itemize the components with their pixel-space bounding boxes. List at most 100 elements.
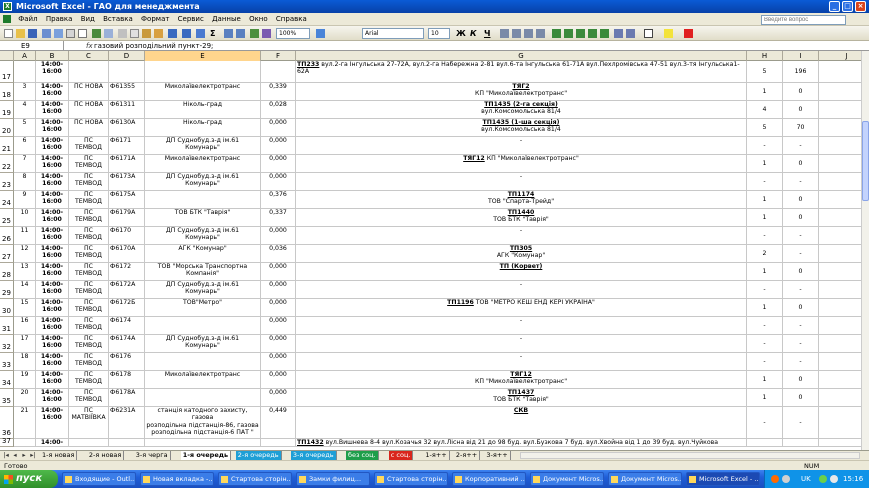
cell-g[interactable]: - [296, 227, 747, 245]
cell-i[interactable]: 0 [783, 209, 819, 227]
close-button[interactable]: × [855, 1, 866, 12]
cell-j[interactable] [819, 335, 861, 353]
cell-d[interactable]: Ф6172Б [109, 299, 145, 317]
cell-c[interactable] [69, 61, 109, 83]
research-icon[interactable] [104, 29, 113, 38]
cell-d[interactable]: Ф6170 [109, 227, 145, 245]
cell-a[interactable]: 5 [14, 119, 36, 137]
row-header[interactable]: 21 [0, 137, 14, 155]
column-header-c[interactable]: C [69, 51, 109, 61]
cell-b[interactable]: 14:00- 16:00 [36, 353, 69, 371]
cell-g[interactable]: ТЯГ12 КП "Миколаївелектротранс" [296, 155, 747, 173]
menu-insert[interactable]: Вставка [100, 13, 136, 26]
cell-i[interactable]: 0 [783, 263, 819, 281]
help-icon[interactable] [316, 29, 325, 38]
cell-e[interactable] [145, 353, 261, 371]
scroll-thumb[interactable] [862, 121, 869, 201]
menu-data[interactable]: Данные [209, 13, 244, 26]
cell-f[interactable]: 0,028 [261, 101, 296, 119]
chart-wizard-icon[interactable] [250, 29, 259, 38]
cell-f[interactable]: 0,000 [261, 299, 296, 317]
taskbar-button[interactable]: Стартова сторін... [374, 472, 448, 486]
cell-e[interactable]: Миколаївелектротранс [145, 83, 261, 101]
italic-button[interactable]: К [470, 28, 477, 39]
cell-j[interactable] [819, 227, 861, 245]
cell-h[interactable]: - [747, 227, 783, 245]
sheet-tab[interactable]: с соц. [388, 451, 414, 460]
cell-i[interactable]: 0 [783, 371, 819, 389]
cell-i[interactable]: 0 [783, 389, 819, 407]
row-header[interactable]: 22 [0, 155, 14, 173]
menu-file[interactable]: Файл [15, 13, 40, 26]
cell-g[interactable]: ТП305 АГК "Комунар" [296, 245, 747, 263]
permission-icon[interactable] [42, 29, 51, 38]
row-header[interactable]: 24 [0, 191, 14, 209]
sheet-tab[interactable]: 1-я новая [40, 451, 78, 460]
cell-d[interactable]: Ф6171А [109, 155, 145, 173]
cell-g[interactable]: ТЯГ2 КП "Миколаївелектротранс" [296, 83, 747, 101]
column-header-g[interactable]: G [296, 51, 747, 61]
row-header[interactable]: 33 [0, 353, 14, 371]
cell-b[interactable]: 14:00- 16:00 [36, 227, 69, 245]
row-header[interactable]: 29 [0, 281, 14, 299]
cell-a[interactable]: 20 [14, 389, 36, 407]
borders-icon[interactable] [644, 29, 653, 38]
copy-icon[interactable] [130, 29, 139, 38]
cell-d[interactable]: Ф6171 [109, 137, 145, 155]
cell-a[interactable]: 14 [14, 281, 36, 299]
taskbar-button[interactable]: Документ Micros... [530, 472, 604, 486]
menu-help[interactable]: Справка [273, 13, 310, 26]
sheet-tab[interactable]: 2-я новая [87, 451, 125, 460]
new-icon[interactable] [4, 29, 13, 38]
row-header[interactable]: 31 [0, 317, 14, 335]
cell-g[interactable]: ТП1435 (1-ша секція) вул.Комсомольська 81… [296, 119, 747, 137]
cell-b[interactable]: 14:00- 16:00 [36, 371, 69, 389]
cell-e[interactable]: Миколаївелектротранс [145, 155, 261, 173]
cell-g[interactable]: - [296, 335, 747, 353]
cell-i[interactable]: 0 [783, 83, 819, 101]
cell-e[interactable]: станція катодного захисту, газова розпод… [145, 407, 261, 439]
cell-h[interactable]: 1 [747, 209, 783, 227]
cell-g[interactable]: - [296, 317, 747, 335]
cell-i[interactable]: 0 [783, 101, 819, 119]
cell-h[interactable]: 1 [747, 155, 783, 173]
maximize-button[interactable]: □ [842, 1, 853, 12]
cell-b[interactable]: 14:00- 16:00 [36, 119, 69, 137]
cell-d[interactable] [109, 61, 145, 83]
cell-f[interactable] [261, 61, 296, 83]
sheet-tab[interactable]: 2-я очередь [235, 451, 282, 460]
cell-g[interactable]: - [296, 173, 747, 191]
cell-a[interactable]: 8 [14, 173, 36, 191]
cell-c[interactable]: ПС ТЕМВОД [69, 389, 109, 407]
cell-d[interactable]: Ф6172А [109, 281, 145, 299]
sort-ascending-icon[interactable] [224, 29, 233, 38]
workbook-icon[interactable] [3, 15, 11, 23]
percent-icon[interactable] [564, 29, 573, 38]
sheet-tab[interactable]: 3-я черга [134, 451, 171, 460]
cell-d[interactable]: Ф6130А [109, 119, 145, 137]
row-header[interactable]: 34 [0, 371, 14, 389]
menu-format[interactable]: Формат [138, 13, 172, 26]
cell-i[interactable]: - [783, 137, 819, 155]
cell-j[interactable] [819, 245, 861, 263]
cell-a[interactable]: 12 [14, 245, 36, 263]
cell-c[interactable]: ПС МАТВІЇВКА [69, 407, 109, 439]
cell-h[interactable]: - [747, 137, 783, 155]
row-header[interactable]: 28 [0, 263, 14, 281]
cell-a[interactable] [14, 439, 36, 447]
cell-f[interactable] [261, 439, 296, 447]
row-header[interactable]: 27 [0, 245, 14, 263]
cell-h[interactable] [747, 439, 783, 447]
column-header-d[interactable]: D [109, 51, 145, 61]
cell-j[interactable] [819, 209, 861, 227]
cell-h[interactable]: 2 [747, 245, 783, 263]
cell-g[interactable]: - [296, 137, 747, 155]
row-header[interactable]: 37 [0, 437, 14, 447]
cell-i[interactable]: - [783, 245, 819, 263]
cell-c[interactable]: ПС ТЕМВОД [69, 353, 109, 371]
cell-g[interactable]: ТП1440 ТОВ БТК "Таврія" [296, 209, 747, 227]
cell-f[interactable]: 0,000 [261, 119, 296, 137]
redo-icon[interactable] [182, 29, 191, 38]
minimize-button[interactable]: _ [829, 1, 840, 12]
sheet-tab[interactable]: 3-я++ [484, 451, 511, 460]
